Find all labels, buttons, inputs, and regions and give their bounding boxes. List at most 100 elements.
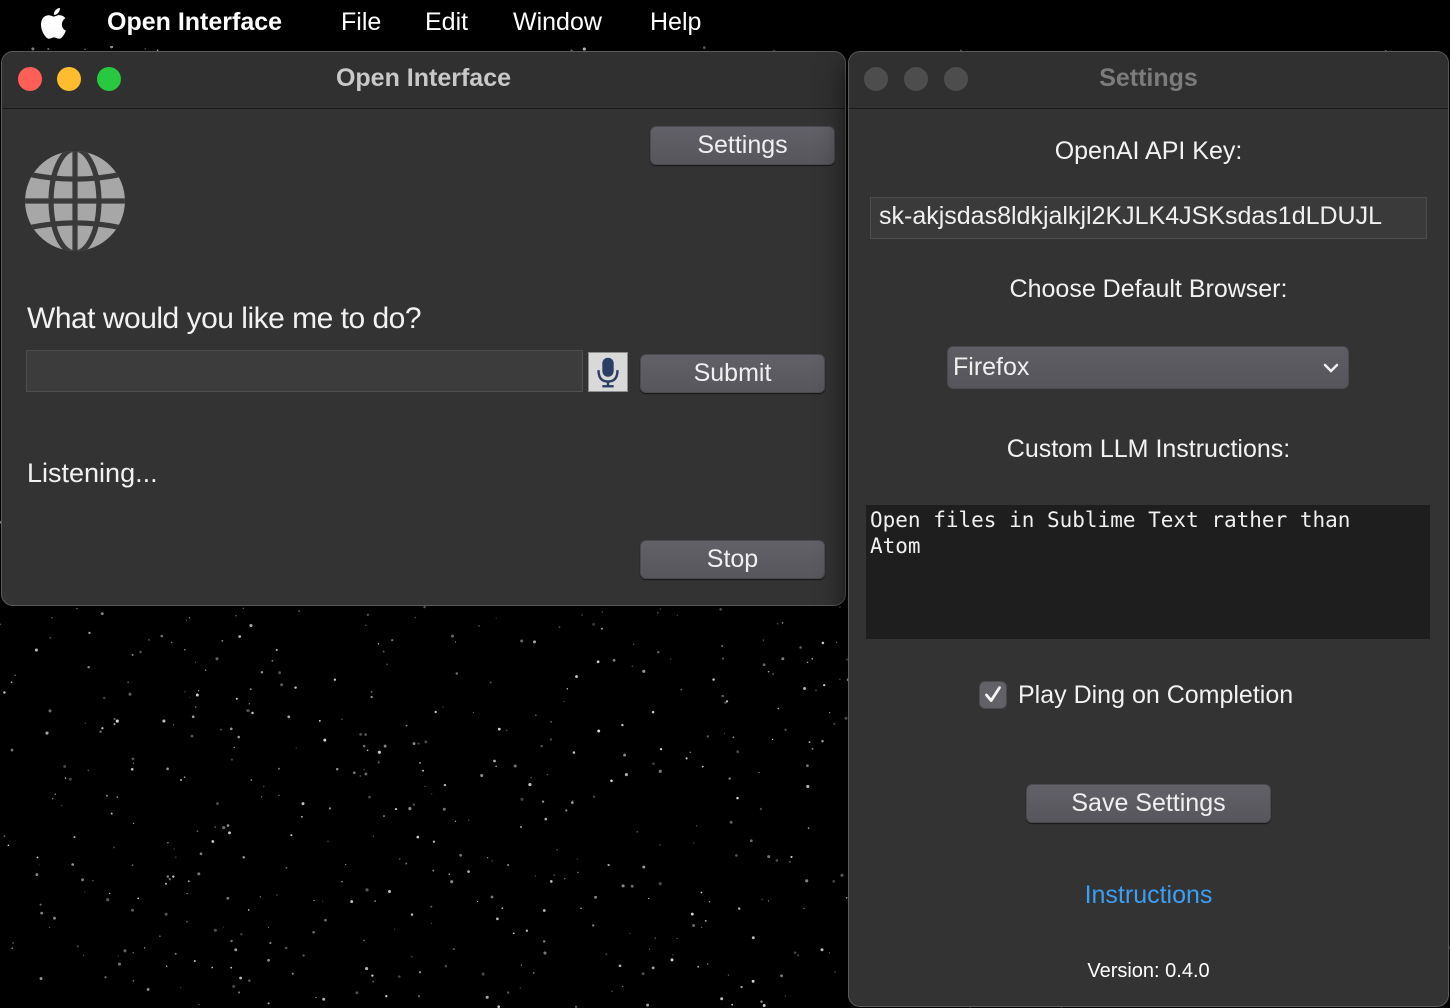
menu-file[interactable]: File bbox=[341, 8, 381, 37]
star bbox=[235, 697, 238, 700]
window-title: Settings bbox=[1099, 64, 1198, 92]
star bbox=[170, 641, 173, 644]
star bbox=[51, 616, 53, 619]
star bbox=[712, 678, 715, 681]
star bbox=[139, 650, 142, 654]
star bbox=[621, 723, 624, 727]
star bbox=[110, 812, 113, 815]
star bbox=[592, 795, 596, 798]
star bbox=[131, 864, 134, 866]
star bbox=[658, 882, 662, 886]
star bbox=[99, 730, 102, 733]
menu-help[interactable]: Help bbox=[650, 8, 701, 37]
settings-window-titlebar[interactable]: Settings bbox=[849, 52, 1448, 109]
star bbox=[412, 803, 416, 806]
apple-logo-icon[interactable] bbox=[38, 7, 68, 39]
star bbox=[222, 826, 226, 830]
browser-select-value: Firefox bbox=[953, 353, 1030, 381]
star bbox=[172, 875, 175, 878]
star bbox=[685, 757, 688, 760]
stop-button[interactable]: Stop bbox=[640, 540, 825, 579]
star bbox=[223, 926, 225, 928]
star bbox=[250, 779, 253, 781]
star bbox=[117, 962, 122, 966]
star bbox=[651, 966, 655, 970]
menu-window[interactable]: Window bbox=[513, 8, 602, 37]
star bbox=[131, 908, 134, 912]
star bbox=[455, 672, 459, 675]
star bbox=[532, 640, 537, 644]
star bbox=[811, 747, 814, 750]
star bbox=[12, 942, 14, 944]
star bbox=[45, 731, 49, 735]
star bbox=[387, 889, 392, 894]
star bbox=[88, 631, 91, 635]
star bbox=[596, 660, 600, 664]
submit-button[interactable]: Submit bbox=[640, 354, 825, 393]
star bbox=[184, 691, 186, 693]
star bbox=[761, 898, 763, 901]
star bbox=[160, 634, 164, 638]
star bbox=[166, 965, 168, 967]
save-settings-button[interactable]: Save Settings bbox=[1026, 784, 1271, 823]
star bbox=[345, 863, 347, 865]
star bbox=[251, 711, 254, 715]
star bbox=[444, 964, 448, 968]
menu-app-name[interactable]: Open Interface bbox=[107, 8, 282, 37]
star bbox=[168, 878, 171, 881]
star bbox=[486, 856, 489, 859]
star bbox=[544, 817, 548, 821]
star bbox=[629, 933, 631, 935]
star bbox=[450, 880, 454, 884]
star bbox=[132, 952, 134, 954]
star bbox=[480, 773, 484, 778]
star bbox=[808, 741, 811, 744]
star bbox=[485, 995, 489, 999]
star bbox=[63, 765, 67, 768]
main-window-titlebar[interactable]: Open Interface bbox=[2, 52, 845, 109]
api-key-label: OpenAI API Key: bbox=[1054, 137, 1243, 165]
star bbox=[191, 715, 195, 719]
star bbox=[366, 749, 369, 752]
star bbox=[572, 751, 576, 754]
star bbox=[654, 937, 657, 940]
star bbox=[83, 954, 85, 956]
star bbox=[417, 995, 421, 998]
star bbox=[417, 742, 420, 745]
star bbox=[193, 960, 196, 962]
star bbox=[117, 955, 119, 957]
star bbox=[550, 880, 553, 883]
star bbox=[781, 622, 784, 624]
menu-edit[interactable]: Edit bbox=[425, 8, 468, 37]
llm-instructions-label: Custom LLM Instructions: bbox=[1006, 435, 1291, 463]
star bbox=[211, 840, 215, 843]
instructions-link[interactable]: Instructions bbox=[849, 881, 1448, 910]
settings-button[interactable]: Settings bbox=[650, 126, 835, 165]
star bbox=[51, 798, 54, 800]
mic-button[interactable] bbox=[588, 352, 628, 392]
star bbox=[195, 693, 199, 697]
star bbox=[520, 639, 524, 643]
star bbox=[414, 616, 417, 619]
star bbox=[370, 690, 373, 693]
browser-select[interactable]: Firefox bbox=[947, 346, 1349, 389]
star bbox=[648, 897, 650, 900]
ding-checkbox[interactable] bbox=[979, 681, 1007, 709]
star bbox=[732, 736, 735, 739]
star bbox=[621, 884, 625, 888]
star bbox=[230, 758, 233, 761]
star bbox=[542, 909, 546, 912]
star bbox=[762, 663, 766, 667]
star bbox=[597, 729, 601, 733]
ding-checkbox-label[interactable]: Play Ding on Completion bbox=[1018, 681, 1293, 710]
llm-instructions-textarea[interactable]: Open files in Sublime Text rather than A… bbox=[866, 505, 1430, 639]
star bbox=[575, 675, 578, 678]
api-key-field[interactable]: sk-akjsdas8ldkjalkjl2KJLK4JSKsdas1dLDUJL bbox=[870, 197, 1427, 239]
star bbox=[10, 681, 13, 684]
star bbox=[240, 933, 243, 936]
star bbox=[836, 641, 838, 643]
task-input[interactable] bbox=[26, 350, 583, 392]
star bbox=[612, 658, 616, 662]
star bbox=[642, 669, 646, 673]
star bbox=[242, 607, 245, 610]
